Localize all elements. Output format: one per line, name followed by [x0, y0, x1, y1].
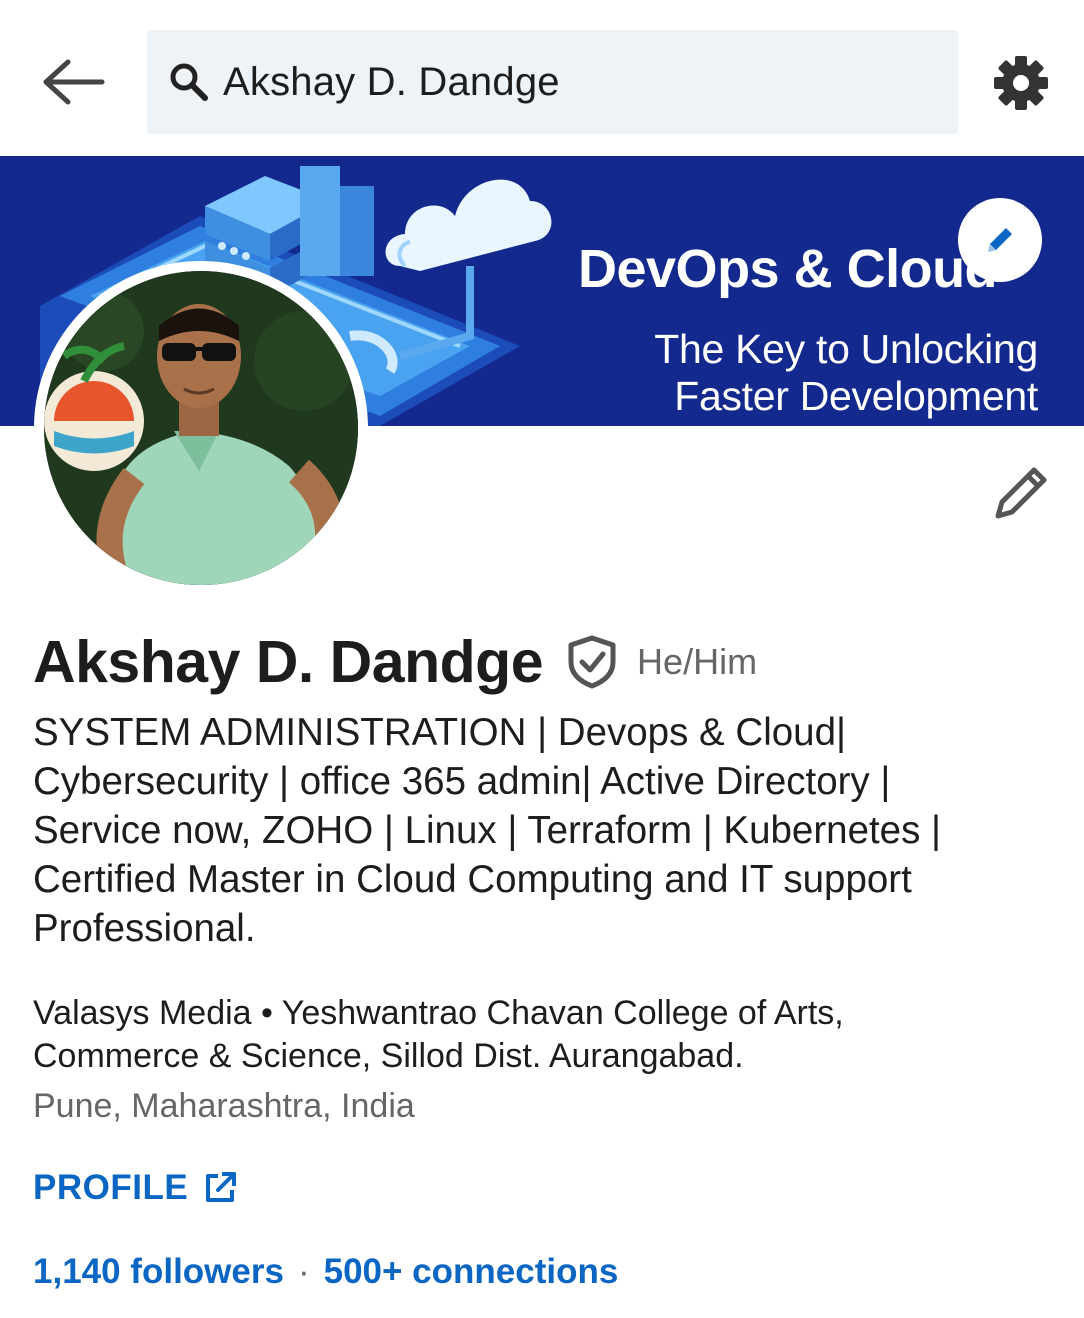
- external-link-icon: [206, 1172, 237, 1202]
- profile-link-label: PROFILE: [33, 1168, 189, 1207]
- headline: SYSTEM ADMINISTRATION | Devops & Cloud| …: [33, 711, 942, 950]
- edit-banner-button[interactable]: [958, 198, 1042, 282]
- edit-intro-button[interactable]: [990, 462, 1052, 524]
- search-input[interactable]: Akshay D. Dandge: [147, 30, 958, 134]
- banner-subtitle: The Key to Unlocking Faster Development: [518, 326, 1038, 420]
- connections-link[interactable]: 500+ connections: [324, 1252, 619, 1292]
- stats-separator: ·: [297, 1252, 310, 1291]
- followers-link[interactable]: 1,140 followers: [33, 1252, 284, 1292]
- search-icon: [170, 63, 208, 101]
- verified-shield-icon[interactable]: [565, 634, 619, 690]
- location: Pune, Maharashtra, India: [33, 1087, 415, 1125]
- network-stats: 1,140 followers · 500+ connections: [33, 1252, 618, 1292]
- profile-name: Akshay D. Dandge: [33, 629, 544, 695]
- pronouns: He/Him: [637, 641, 758, 682]
- profile-link[interactable]: PROFILE: [33, 1168, 238, 1208]
- avatar-photo: [44, 271, 358, 585]
- banner-subtitle-line2: Faster Development: [674, 373, 1038, 419]
- avatar[interactable]: [34, 261, 368, 595]
- top-bar: Akshay D. Dandge: [0, 0, 1084, 156]
- company-education[interactable]: Valasys Media • Yeshwantrao Chavan Colle…: [33, 992, 1043, 1078]
- pencil-icon: [995, 467, 1047, 519]
- name-row: Akshay D. Dandge He/Him: [33, 628, 757, 696]
- search-query: Akshay D. Dandge: [223, 59, 560, 104]
- pencil-icon: [988, 228, 1012, 252]
- banner-title: DevOps & Cloud: [578, 239, 998, 299]
- banner-subtitle-line1: The Key to Unlocking: [654, 326, 1038, 372]
- gear-icon[interactable]: [990, 52, 1052, 114]
- back-arrow-icon[interactable]: [36, 50, 106, 114]
